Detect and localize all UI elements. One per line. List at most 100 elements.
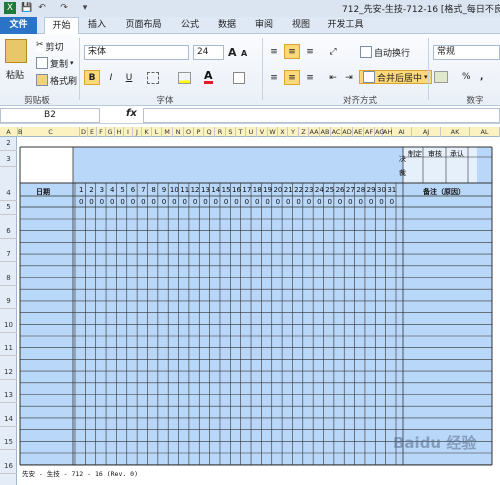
column-header-z[interactable]: Z [299, 127, 309, 137]
align-center-icon[interactable]: ≡ [284, 70, 300, 85]
row-header-6[interactable]: 6 [0, 227, 17, 239]
formula-input[interactable] [143, 108, 500, 123]
column-header-f[interactable]: F [97, 127, 106, 137]
format-painter-button[interactable]: 格式刷 [36, 73, 77, 87]
column-header-ac[interactable]: AC [331, 127, 342, 137]
name-box[interactable]: B2 [0, 108, 100, 123]
increase-indent-icon[interactable]: ⇥ [341, 70, 357, 85]
row-header-13[interactable]: 13 [0, 391, 17, 403]
column-header-s[interactable]: S [226, 127, 236, 137]
column-header-ag[interactable]: AG [375, 127, 384, 137]
column-header-y[interactable]: Y [288, 127, 299, 137]
column-header-e[interactable]: E [88, 127, 97, 137]
column-header-w[interactable]: W [268, 127, 278, 137]
wrap-text-button[interactable]: 自动换行 [360, 45, 410, 59]
column-header-aa[interactable]: AA [309, 127, 320, 137]
tab-insert[interactable]: 插入 [82, 17, 112, 34]
tab-file[interactable]: 文件 [0, 17, 37, 34]
column-header-d[interactable]: D [80, 127, 88, 137]
undo-icon[interactable]: ↶ [36, 2, 48, 14]
align-right-icon[interactable]: ≡ [302, 70, 318, 85]
font-name-combo[interactable]: 宋体 [84, 45, 189, 60]
column-header-i[interactable]: I [124, 127, 133, 137]
font-size-combo[interactable]: 24 [193, 45, 224, 60]
paste-icon[interactable] [5, 39, 27, 63]
column-header-ab[interactable]: AB [320, 127, 331, 137]
tab-data[interactable]: 数据 [211, 17, 243, 34]
tab-developer[interactable]: 开发工具 [323, 17, 368, 34]
column-header-p[interactable]: P [194, 127, 204, 137]
column-header-t[interactable]: T [236, 127, 246, 137]
column-header-v[interactable]: V [257, 127, 268, 137]
column-header-aj[interactable]: AJ [412, 127, 441, 137]
phonetic-icon[interactable] [233, 72, 245, 84]
shrink-font-button[interactable]: A [241, 46, 247, 60]
comma-button[interactable]: , [480, 70, 483, 84]
orientation-icon[interactable]: ⤢ [325, 44, 341, 59]
column-header-l[interactable]: L [152, 127, 162, 137]
row-header-9[interactable]: 9 [0, 297, 17, 309]
row-header-5[interactable]: 5 [0, 203, 17, 215]
fx-icon[interactable]: fx [126, 108, 137, 119]
column-header-g[interactable]: G [106, 127, 115, 137]
row-header-4[interactable]: 4 [0, 189, 17, 201]
row-header-15[interactable]: 15 [0, 438, 17, 450]
column-header-al[interactable]: AL [470, 127, 500, 137]
column-header-ak[interactable]: AK [441, 127, 470, 137]
grow-font-button[interactable]: A [228, 45, 237, 59]
cut-button[interactable]: ✂ 剪切 [36, 39, 64, 53]
merge-center-button[interactable]: 合并后居中 ▾ [359, 70, 432, 84]
column-header-ae[interactable]: AE [353, 127, 364, 137]
tab-home[interactable]: 开始 [44, 17, 79, 35]
column-header-m[interactable]: M [162, 127, 173, 137]
column-header-o[interactable]: O [184, 127, 194, 137]
column-header-q[interactable]: Q [204, 127, 215, 137]
worksheet[interactable]: 日期 1 2 3 4 5 6 7 8 9 10 11 12 13 14 15 16 17 18 19 20 21 22 23… [18, 137, 500, 485]
column-header-k[interactable]: K [142, 127, 152, 137]
align-middle-icon[interactable]: ≡ [284, 44, 300, 59]
column-header-r[interactable]: R [215, 127, 226, 137]
row-header-14[interactable]: 14 [0, 415, 17, 427]
column-header-x[interactable]: X [278, 127, 288, 137]
decrease-indent-icon[interactable]: ⇤ [325, 70, 341, 85]
paste-button[interactable]: 粘贴 [6, 67, 24, 81]
column-header-n[interactable]: N [173, 127, 184, 137]
customize-quick-access-icon[interactable]: ▾ [80, 2, 90, 14]
currency-icon[interactable] [434, 71, 448, 83]
column-header-a[interactable]: A [0, 127, 18, 137]
row-header-12[interactable]: 12 [0, 368, 17, 380]
underline-button[interactable]: U [121, 70, 137, 85]
font-color-icon[interactable]: A [204, 70, 213, 84]
align-top-icon[interactable]: ≡ [266, 44, 282, 59]
save-icon[interactable]: 💾 [21, 2, 33, 14]
tab-view[interactable]: 视图 [285, 17, 317, 34]
column-header-j[interactable]: J [133, 127, 142, 137]
fill-color-icon[interactable] [178, 72, 191, 84]
row-header-3[interactable]: 3 [0, 155, 17, 167]
tab-review[interactable]: 审阅 [248, 17, 280, 34]
column-header-af[interactable]: AF [364, 127, 375, 137]
row-header-8[interactable]: 8 [0, 274, 17, 286]
row-header-7[interactable]: 7 [0, 250, 17, 262]
redo-icon[interactable]: ↷ [58, 2, 70, 14]
column-header-c[interactable]: C [22, 127, 80, 137]
align-bottom-icon[interactable]: ≡ [302, 44, 318, 59]
border-icon[interactable] [147, 72, 159, 84]
tab-page-layout[interactable]: 页面布局 [117, 17, 170, 34]
row-header-16[interactable]: 16 [0, 462, 17, 474]
column-header-ad[interactable]: AD [342, 127, 353, 137]
tab-formulas[interactable]: 公式 [174, 17, 206, 34]
row-header-10[interactable]: 10 [0, 321, 17, 333]
percent-button[interactable]: % [462, 70, 471, 84]
column-header-u[interactable]: U [246, 127, 257, 137]
column-header-ah[interactable]: AH [383, 127, 392, 137]
column-header-ai[interactable]: AI [392, 127, 412, 137]
copy-button[interactable]: 复制 ▾ [36, 56, 74, 70]
row-header-11[interactable]: 11 [0, 344, 17, 356]
italic-button[interactable]: I [103, 70, 119, 85]
align-left-icon[interactable]: ≡ [266, 70, 282, 85]
number-format-combo[interactable]: 常规 [433, 45, 500, 60]
column-header-h[interactable]: H [115, 127, 124, 137]
bold-button[interactable]: B [84, 70, 100, 85]
row-header-2[interactable]: 2 [0, 139, 17, 151]
